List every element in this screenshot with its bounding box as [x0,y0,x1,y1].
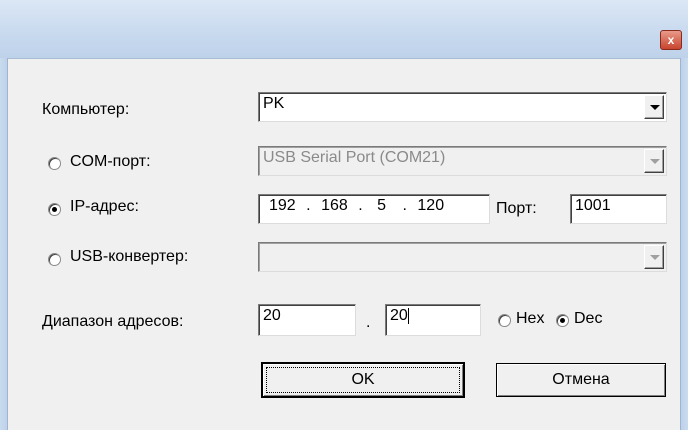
ip-address-label: IP-адрес: [70,198,139,215]
ip-address-input[interactable]: 192 . 168 . 5 . 120 [258,194,490,224]
usb-converter-combobox[interactable] [258,242,667,272]
close-button[interactable]: x [660,30,682,50]
address-range-label: Диапазон адресов: [42,313,184,330]
port-input[interactable]: 1001 [570,194,667,224]
com-port-label: COM-порт: [70,153,151,170]
range-to-input[interactable]: 20 [385,304,481,336]
ip-dot-separator: . [306,197,311,214]
text-cursor [407,307,409,324]
hex-radio[interactable] [498,314,511,327]
ok-button-label: OK [351,371,375,388]
computer-combobox[interactable]: PK [258,92,667,122]
cancel-button-label: Отмена [552,371,610,388]
range-to-value: 20 [390,307,408,324]
range-separator: . [366,314,371,331]
chevron-down-icon[interactable] [644,245,664,269]
range-from-value: 20 [263,307,281,324]
com-port-value: USB Serial Port (COM21) [263,149,446,166]
chevron-down-icon[interactable] [644,95,664,119]
usb-converter-label: USB-конвертер: [70,248,189,265]
ip-octet-3[interactable]: 5 [377,197,386,214]
dec-label: Dec [574,310,603,327]
ip-dot-separator: . [402,197,407,214]
hex-label: Hex [516,310,545,327]
port-label: Порт: [496,200,537,217]
computer-label: Компьютер: [42,101,130,118]
ok-button[interactable]: OK [261,362,465,398]
port-value: 1001 [575,197,611,214]
ip-octet-4[interactable]: 120 [417,197,444,214]
com-port-combobox[interactable]: USB Serial Port (COM21) [258,146,667,176]
window-frame-right [680,58,688,430]
window-frame-left [0,58,8,430]
ip-octet-2[interactable]: 168 [321,197,348,214]
range-from-input[interactable]: 20 [258,304,356,336]
cancel-button[interactable]: Отмена [496,363,666,397]
chevron-down-icon[interactable] [644,149,664,173]
title-bar[interactable]: x [0,0,688,59]
com-port-radio[interactable] [48,157,61,170]
ip-dot-separator: . [358,197,363,214]
usb-converter-radio[interactable] [48,253,61,266]
computer-value: PK [263,95,285,112]
ip-octet-1[interactable]: 192 [269,197,296,214]
close-icon: x [667,33,675,47]
dec-radio[interactable] [556,314,569,327]
ip-address-radio[interactable] [48,203,61,216]
